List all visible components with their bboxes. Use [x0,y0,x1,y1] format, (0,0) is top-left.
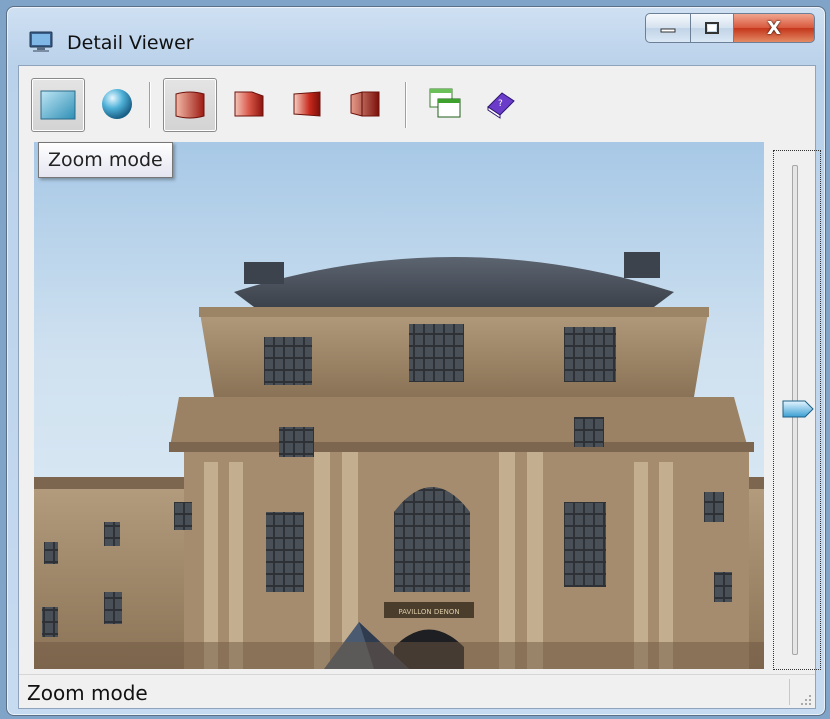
caption-buttons: X [645,13,815,43]
close-button[interactable]: X [734,13,815,43]
status-divider [789,679,790,705]
tooltip: Zoom mode [38,142,173,178]
status-bar: Zoom mode [19,674,815,709]
window-title: Detail Viewer [67,32,194,54]
resize-grip-icon[interactable] [800,694,812,706]
slider-thumb[interactable] [781,399,815,419]
effect-3-button[interactable] [281,78,333,130]
sphere-icon [102,89,132,119]
monitor-icon [29,31,53,52]
effect-2-button[interactable] [223,78,275,130]
toolbar: ? [19,66,815,144]
toolbar-separator-2 [405,82,406,128]
page-red-1-icon [175,91,205,119]
page-red-4-icon [350,91,380,117]
zoom-slider[interactable] [773,150,821,670]
windows-icon [429,88,461,118]
minimize-button[interactable] [645,13,691,43]
effect-4-button[interactable] [339,78,391,130]
page-red-2-icon [234,91,264,117]
maximize-icon [705,22,719,34]
status-text: Zoom mode [27,681,148,705]
toolbar-separator [149,82,150,128]
effect-1-button[interactable] [163,78,217,132]
svg-text:?: ? [498,99,503,109]
zoom-mode-button[interactable] [31,78,85,132]
help-book-icon: ? [487,92,515,119]
minimize-icon [660,28,676,33]
louvre-photo: PAVILLON DENON [34,142,764,669]
page-red-3-icon [293,91,321,117]
title-bar[interactable]: Detail Viewer X [7,7,825,67]
detail-image[interactable]: PAVILLON DENON [34,142,764,669]
close-icon: X [767,17,781,39]
maximize-button[interactable] [691,13,734,43]
new-window-button[interactable] [419,78,471,130]
sphere-mode-button[interactable] [91,78,143,130]
zoom-mode-icon [40,90,76,120]
building-sign: PAVILLON DENON [398,608,459,616]
detail-viewer-window: Detail Viewer X ? PAVILLON DENON Zoom mo… [6,6,826,716]
help-button[interactable]: ? [475,78,527,130]
